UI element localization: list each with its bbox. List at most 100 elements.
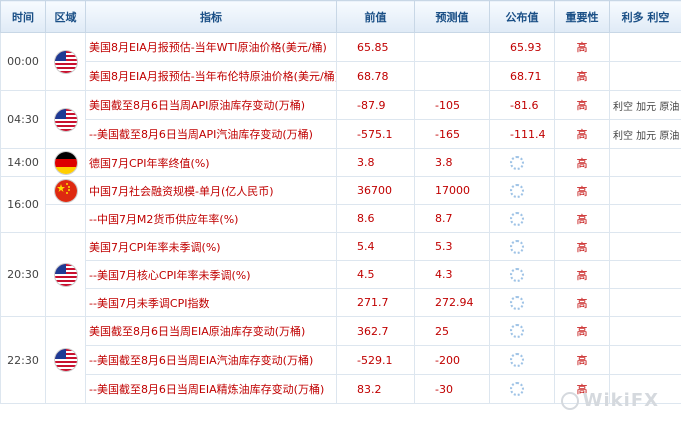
- actual-cell: [489, 316, 555, 346]
- importance-cell: 高: [554, 119, 610, 149]
- effect-cell: [609, 204, 681, 233]
- indicator-cell[interactable]: --美国截至8月6日当周API汽油库存变动(万桶): [85, 119, 337, 149]
- actual-cell: [489, 288, 555, 317]
- previous-cell: -575.1: [336, 119, 415, 149]
- loading-icon: [510, 353, 524, 367]
- us-flag-icon: [54, 108, 77, 131]
- forecast-cell: -200: [414, 345, 490, 375]
- time-cell: 16:00: [0, 176, 46, 233]
- previous-cell: -87.9: [336, 90, 415, 120]
- time-cell: 14:00: [0, 148, 46, 177]
- table-row[interactable]: --美国7月核心CPI年率未季调(%) 4.5 4.3 高: [1, 260, 681, 289]
- previous-cell: 8.6: [336, 204, 415, 233]
- effect-cell: [609, 288, 681, 317]
- table-row[interactable]: 00:00 美国8月EIA月报预估-当年WTI原油价格(美元/桶) 65.85 …: [0, 32, 681, 91]
- table-row[interactable]: 14:00 德国7月CPI年率终值(%) 3.8 3.8 高: [0, 148, 681, 177]
- indicator-cell[interactable]: --美国7月核心CPI年率未季调(%): [85, 260, 337, 289]
- indicator-cell[interactable]: --美国7月未季调CPI指数: [85, 288, 337, 317]
- importance-cell: 高: [554, 316, 610, 346]
- col-importance: 重要性: [554, 0, 610, 33]
- actual-cell: [489, 176, 555, 205]
- effect-cell: 利空 加元 原油: [609, 119, 681, 149]
- loading-icon: [510, 382, 524, 396]
- effect-cell: [609, 345, 681, 375]
- economic-calendar-table: 时间 区域 指标 前值 预测值 公布值 重要性 利多 利空 00:00 美国8月…: [0, 0, 681, 404]
- forecast-cell: [414, 32, 490, 62]
- loading-icon: [510, 183, 524, 198]
- region-cell: [45, 32, 86, 91]
- watermark-text: WikiFX: [582, 390, 659, 411]
- indicator-cell[interactable]: 美国截至8月6日当周EIA原油库存变动(万桶): [85, 316, 337, 346]
- previous-cell: 3.8: [336, 148, 415, 177]
- indicator-cell[interactable]: 中国7月社会融资规模-单月(亿人民币): [85, 176, 337, 205]
- actual-cell: [489, 232, 555, 261]
- previous-cell: 83.2: [336, 374, 415, 404]
- table-row[interactable]: --美国截至8月6日当周API汽油库存变动(万桶) -575.1 -165 -1…: [1, 119, 681, 149]
- forecast-cell: 8.7: [414, 204, 490, 233]
- region-cell: [45, 90, 86, 149]
- header-row: 时间 区域 指标 前值 预测值 公布值 重要性 利多 利空: [0, 0, 681, 33]
- forecast-cell: -165: [414, 119, 490, 149]
- table-row[interactable]: --美国7月未季调CPI指数 271.7 272.94 高: [1, 288, 681, 317]
- indicator-cell[interactable]: --中国7月M2货币供应年率(%): [85, 204, 337, 233]
- forecast-cell: 17000: [414, 176, 490, 205]
- actual-cell: [489, 374, 555, 404]
- indicator-cell[interactable]: --美国截至8月6日当周EIA精炼油库存变动(万桶): [85, 374, 337, 404]
- effect-cell: [609, 232, 681, 261]
- indicator-cell[interactable]: 美国截至8月6日当周API原油库存变动(万桶): [85, 90, 337, 120]
- region-cell: [45, 148, 86, 177]
- table-row[interactable]: --美国截至8月6日当周EIA汽油库存变动(万桶) -529.1 -200 高: [1, 345, 681, 375]
- table-row[interactable]: 美国8月EIA月报预估-当年布伦特原油价格(美元/桶) 68.78 68.71 …: [1, 61, 681, 91]
- us-flag-icon: [54, 50, 77, 73]
- de-flag-icon: [54, 151, 77, 174]
- importance-cell: 高: [554, 90, 610, 120]
- indicator-cell[interactable]: 美国7月CPI年率未季调(%): [85, 232, 337, 261]
- previous-cell: 362.7: [336, 316, 415, 346]
- table-row[interactable]: 22:30 美国截至8月6日当周EIA原油库存变动(万桶) 362.7 25 高: [0, 316, 681, 404]
- effect-cell: 利空 加元 原油: [609, 90, 681, 120]
- region-cell: [45, 232, 86, 317]
- actual-cell: -111.4: [489, 119, 555, 149]
- indicator-cell[interactable]: --美国截至8月6日当周EIA汽油库存变动(万桶): [85, 345, 337, 375]
- importance-cell: 高: [554, 148, 610, 177]
- table-row[interactable]: --中国7月M2货币供应年率(%) 8.6 8.7 高: [1, 204, 681, 233]
- actual-cell: [489, 260, 555, 289]
- col-region: 区域: [45, 0, 86, 33]
- table-row[interactable]: 04:30 美国截至8月6日当周API原油库存变动(万桶) -87.9 -105…: [0, 90, 681, 149]
- forecast-cell: 5.3: [414, 232, 490, 261]
- effect-cell: [609, 260, 681, 289]
- importance-cell: 高: [554, 61, 610, 91]
- actual-cell: [489, 148, 555, 177]
- effect-cell: [609, 148, 681, 177]
- watermark-logo-icon: [560, 391, 579, 410]
- importance-cell: 高: [554, 260, 610, 289]
- effect-cell: [609, 176, 681, 205]
- importance-cell: 高: [554, 345, 610, 375]
- importance-cell: 高: [554, 204, 610, 233]
- indicator-cell[interactable]: 德国7月CPI年率终值(%): [85, 148, 337, 177]
- us-flag-icon: [54, 349, 77, 371]
- forecast-cell: 3.8: [414, 148, 490, 177]
- forecast-cell: 272.94: [414, 288, 490, 317]
- forecast-cell: -105: [414, 90, 490, 120]
- previous-cell: 271.7: [336, 288, 415, 317]
- col-forecast: 预测值: [414, 0, 490, 33]
- forecast-cell: 4.3: [414, 260, 490, 289]
- time-cell: 20:30: [0, 232, 46, 317]
- indicator-cell[interactable]: 美国8月EIA月报预估-当年WTI原油价格(美元/桶): [85, 32, 337, 62]
- table-row[interactable]: 16:00 中国7月社会融资规模-单月(亿人民币) 36700 17000 高: [0, 176, 681, 233]
- actual-cell: 65.93: [489, 32, 555, 62]
- region-cell: [45, 176, 86, 205]
- col-indicator: 指标: [85, 0, 337, 33]
- actual-cell: [489, 204, 555, 233]
- col-previous: 前值: [336, 0, 415, 33]
- table-row[interactable]: 20:30 美国7月CPI年率未季调(%) 5.4 5.3 高: [0, 232, 681, 317]
- actual-cell: [489, 345, 555, 375]
- indicator-cell[interactable]: 美国8月EIA月报预估-当年布伦特原油价格(美元/桶): [85, 61, 337, 91]
- importance-cell: 高: [554, 232, 610, 261]
- importance-cell: 高: [554, 288, 610, 317]
- region-cell: [45, 316, 86, 404]
- col-effect: 利多 利空: [609, 0, 681, 33]
- importance-cell: 高: [554, 32, 610, 62]
- effect-cell: [609, 32, 681, 62]
